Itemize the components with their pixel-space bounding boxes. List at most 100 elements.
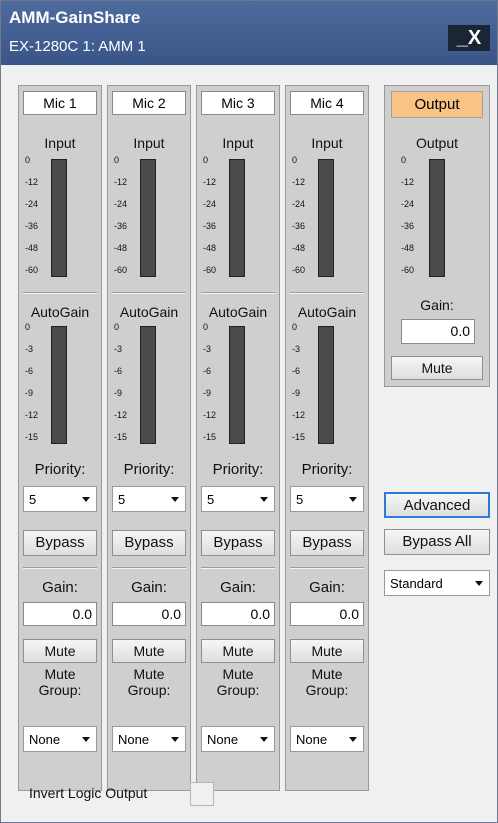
autogain-scale-tick: -3: [25, 344, 34, 354]
output-scale-tick: -60: [401, 265, 415, 275]
autogain-scale-tick: -3: [292, 344, 301, 354]
autogain-scale-tick: -6: [292, 366, 301, 376]
divider: [290, 568, 364, 569]
priority-select[interactable]: 5: [23, 486, 97, 512]
input-meter-label: Input: [311, 135, 343, 151]
chevron-down-icon: [260, 497, 268, 502]
gain-field[interactable]: 0.0: [290, 602, 364, 626]
chevron-down-icon: [171, 737, 179, 742]
output-strip: Output Output 0 -12 -24 -36 -48 -60 Gain: 0.0…: [384, 85, 490, 387]
input-meter-label: Input: [44, 135, 76, 151]
input-scale-tick: -60: [25, 265, 39, 275]
input-scale-tick: -36: [203, 221, 217, 231]
gain-label: Gain:: [220, 579, 256, 596]
mute-button[interactable]: Mute: [290, 639, 364, 663]
input-scale-tick: -12: [25, 177, 39, 187]
channel-strip: Mic 3 Input 0 -12 -24 -36 -48 -60 AutoGain 0 -3 -6 -…: [196, 85, 280, 791]
gain-field[interactable]: 0.0: [201, 602, 275, 626]
title-bar[interactable]: AMM-GainShare EX-1280C 1: AMM 1 _X: [1, 1, 497, 65]
gainshare-window: AMM-GainShare EX-1280C 1: AMM 1 _X Mic 1…: [0, 0, 498, 823]
input-meter: [229, 159, 245, 277]
priority-label: Priority:: [212, 461, 264, 478]
input-scale-tick: -36: [292, 221, 306, 231]
output-meter-label: Output: [415, 135, 459, 151]
mute-button[interactable]: Mute: [23, 639, 97, 663]
output-meter: [429, 159, 445, 277]
autogain-scale-tick: 0: [203, 322, 209, 332]
input-scale-tick: -48: [114, 243, 128, 253]
priority-select[interactable]: 5: [290, 486, 364, 512]
autogain-scale-tick: 0: [25, 322, 31, 332]
autogain-scale-tick: -9: [203, 388, 212, 398]
mute-group-label: Mute Group:: [305, 666, 349, 698]
priority-value: 5: [29, 492, 37, 507]
channel-name-button[interactable]: Mic 1: [23, 91, 97, 115]
mute-button[interactable]: Mute: [112, 639, 186, 663]
priority-value: 5: [296, 492, 304, 507]
gain-label: Gain:: [42, 579, 78, 596]
channel-name-button[interactable]: Mic 4: [290, 91, 364, 115]
output-gain-field[interactable]: 0.0: [401, 319, 475, 344]
mode-select[interactable]: Standard: [384, 570, 490, 596]
input-scale-tick: 0: [203, 155, 209, 165]
content-area: Mic 1 Input 0 -12 -24 -36 -48 -60 AutoGain 0 -3 -6 -…: [3, 65, 495, 822]
output-mute-button[interactable]: Mute: [391, 356, 483, 380]
input-meter-label: Input: [222, 135, 254, 151]
bypass-all-button[interactable]: Bypass All: [384, 529, 490, 555]
input-meter-label: Input: [133, 135, 165, 151]
divider: [201, 293, 275, 294]
gain-field[interactable]: 0.0: [112, 602, 186, 626]
mute-group-select[interactable]: None: [112, 726, 186, 752]
output-scale-tick: -24: [401, 199, 415, 209]
minimize-close-button[interactable]: _X: [448, 25, 490, 51]
invert-logic-checkbox[interactable]: [190, 782, 214, 806]
bypass-button[interactable]: Bypass: [290, 530, 364, 556]
input-scale-tick: 0: [292, 155, 298, 165]
autogain-scale-tick: -3: [114, 344, 123, 354]
input-scale-tick: -24: [292, 199, 306, 209]
output-scale-tick: -36: [401, 221, 415, 231]
input-scale-tick: -48: [203, 243, 217, 253]
input-scale-tick: -48: [25, 243, 39, 253]
autogain-meter: [229, 326, 245, 444]
bypass-button[interactable]: Bypass: [201, 530, 275, 556]
input-scale-tick: -60: [203, 265, 217, 275]
autogain-meter-label: AutoGain: [30, 304, 90, 320]
channel-name-button[interactable]: Mic 3: [201, 91, 275, 115]
output-scale-tick: -48: [401, 243, 415, 253]
mute-group-label: Mute Group:: [38, 666, 82, 698]
divider: [23, 293, 97, 294]
divider: [23, 568, 97, 569]
input-scale-tick: -36: [25, 221, 39, 231]
priority-select[interactable]: 5: [201, 486, 275, 512]
divider: [290, 293, 364, 294]
mute-group-value: None: [29, 732, 61, 747]
output-button[interactable]: Output: [391, 91, 483, 118]
autogain-meter-label: AutoGain: [297, 304, 357, 320]
chevron-down-icon: [82, 497, 90, 502]
advanced-button[interactable]: Advanced: [384, 492, 490, 518]
input-scale-tick: -12: [114, 177, 128, 187]
input-meter: [140, 159, 156, 277]
mute-group-value: None: [118, 732, 150, 747]
gain-field[interactable]: 0.0: [23, 602, 97, 626]
mute-group-select[interactable]: None: [201, 726, 275, 752]
priority-select[interactable]: 5: [112, 486, 186, 512]
output-scale-tick: -12: [401, 177, 415, 187]
mute-group-select[interactable]: None: [23, 726, 97, 752]
bypass-button[interactable]: Bypass: [112, 530, 186, 556]
mute-group-select[interactable]: None: [290, 726, 364, 752]
output-scale-tick: 0: [401, 155, 407, 165]
channel-strip: Mic 1 Input 0 -12 -24 -36 -48 -60 AutoGain 0 -3 -6 -…: [18, 85, 102, 791]
input-scale-tick: -48: [292, 243, 306, 253]
autogain-scale-tick: -12: [114, 410, 128, 420]
autogain-scale-tick: -9: [114, 388, 123, 398]
autogain-meter: [318, 326, 334, 444]
chevron-down-icon: [475, 581, 483, 586]
autogain-scale-tick: -9: [292, 388, 301, 398]
autogain-scale-tick: 0: [114, 322, 120, 332]
channel-name-button[interactable]: Mic 2: [112, 91, 186, 115]
input-scale-tick: 0: [25, 155, 31, 165]
mute-button[interactable]: Mute: [201, 639, 275, 663]
bypass-button[interactable]: Bypass: [23, 530, 97, 556]
